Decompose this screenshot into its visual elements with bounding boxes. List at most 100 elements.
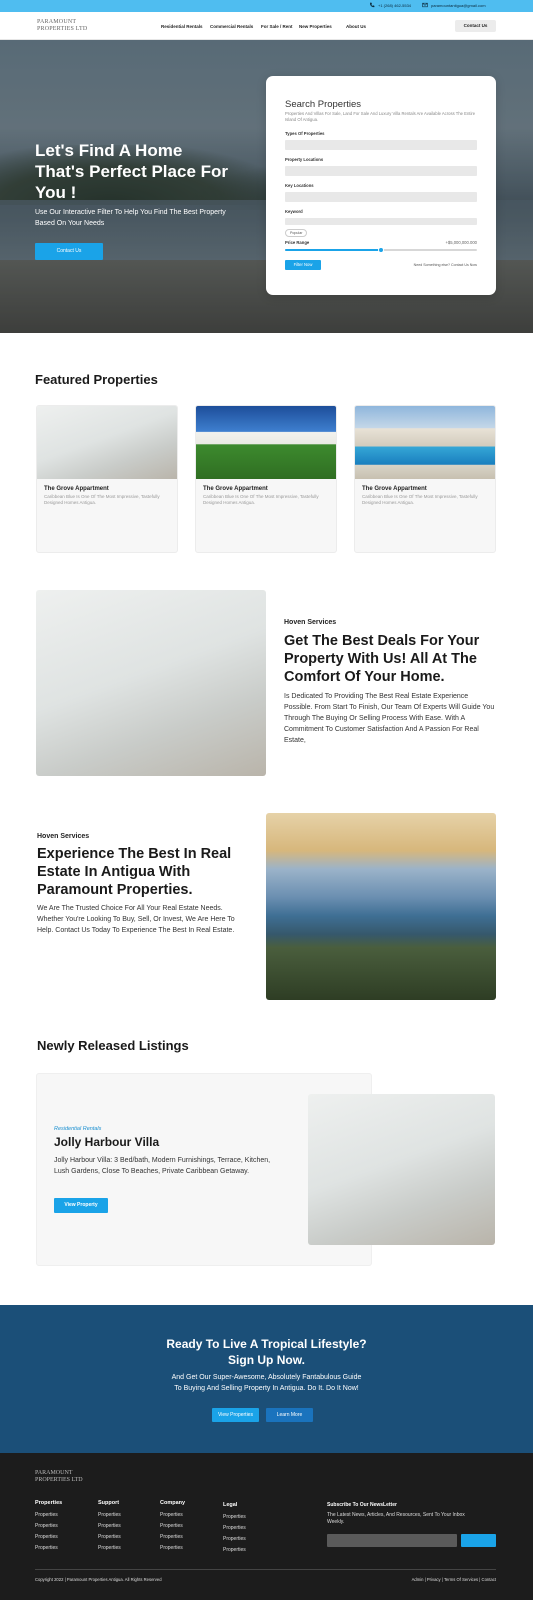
newsletter-description: The Latest News, Articles, And Resources… bbox=[327, 1512, 465, 1525]
footer-link[interactable]: Properties bbox=[35, 1534, 58, 1540]
topbar-phone[interactable]: +1 (268) 462-5534 bbox=[369, 2, 411, 8]
antigua-bay-image bbox=[266, 813, 496, 1000]
hero-title: Let's Find A Home That's Perfect Place F… bbox=[35, 141, 229, 202]
footer-legal-links[interactable]: Admin | Privacy | Terms Of Services | Co… bbox=[380, 1577, 496, 1582]
keyword-label: Keyword bbox=[285, 209, 303, 214]
footer-link[interactable]: Properties bbox=[98, 1545, 121, 1551]
footer-logo[interactable]: PARAMOUNT PROPERTIES LTD bbox=[35, 1470, 83, 1484]
price-range-fill bbox=[285, 249, 381, 251]
footer-link[interactable]: Properties bbox=[223, 1525, 246, 1531]
property-title: The Grove Appartment bbox=[203, 486, 268, 492]
deals-interior-image bbox=[36, 590, 266, 776]
price-range-handle[interactable] bbox=[378, 247, 384, 253]
hero-subtitle: Use Our Interactive Filter To Help You F… bbox=[35, 209, 226, 227]
property-locations-select[interactable] bbox=[285, 166, 477, 176]
site-logo[interactable]: PARAMOUNT PROPERTIES LTD bbox=[37, 19, 87, 33]
footer-link[interactable]: Properties bbox=[98, 1534, 121, 1540]
contact-help-link[interactable]: Need Something else? Contact Us Now bbox=[396, 263, 477, 267]
search-properties-card: Search Properties Properties And Villas … bbox=[266, 76, 496, 295]
nav-link-for-sale-rent[interactable]: For Sale / Rent bbox=[261, 24, 293, 29]
nav-link-residential-rentals[interactable]: Residential Rentals bbox=[161, 24, 203, 29]
logo-line-2: PROPERTIES LTD bbox=[37, 26, 88, 32]
property-card[interactable]: The Grove Appartment Caribbean Blue Is O… bbox=[195, 405, 337, 553]
topbar-email-text: paramountantigua@gmail.com bbox=[431, 2, 486, 8]
mail-icon bbox=[422, 2, 428, 8]
types-of-properties-label: Types Of Properties bbox=[285, 131, 325, 136]
search-card-title: Search Properties bbox=[285, 99, 362, 110]
new-listings-heading: Newly Released Listings bbox=[37, 1038, 189, 1053]
contact-us-button[interactable]: Contact Us bbox=[455, 20, 496, 32]
property-image-villa bbox=[196, 406, 336, 479]
experience-body: We Are The Trusted Choice For All Your R… bbox=[37, 905, 235, 934]
deals-body: Is Dedicated To Providing The Best Real … bbox=[284, 693, 495, 744]
property-description: Caribbean Blue Is One Of The Most Impres… bbox=[44, 494, 160, 505]
nav-link-new-properties[interactable]: New Properties bbox=[299, 24, 332, 29]
cta-subtitle-line-2: To Buying And Selling Property In Antigu… bbox=[174, 1385, 359, 1392]
footer-column-heading: Properties bbox=[35, 1500, 63, 1506]
footer-link[interactable]: Properties bbox=[160, 1523, 183, 1529]
experience-title: Experience The Best In Real Estate In An… bbox=[37, 846, 232, 898]
property-title: The Grove Appartment bbox=[44, 486, 109, 492]
footer-link[interactable]: Properties bbox=[35, 1523, 58, 1529]
cta-title-line-1: Ready To Live A Tropical Lifestyle? bbox=[166, 1337, 367, 1351]
newsletter-email-input[interactable] bbox=[327, 1534, 457, 1547]
footer-link[interactable]: Properties bbox=[160, 1545, 183, 1551]
listing-description: Jolly Harbour Villa: 3 Bed/bath, Modern … bbox=[54, 1157, 271, 1175]
listing-image bbox=[308, 1094, 495, 1245]
property-card[interactable]: The Grove Appartment Caribbean Blue Is O… bbox=[354, 405, 496, 553]
experience-eyebrow: Hoven Services bbox=[37, 833, 90, 840]
key-locations-select[interactable] bbox=[285, 192, 477, 202]
footer-column-heading: Support bbox=[98, 1500, 120, 1506]
cta-title-line-2: Sign Up Now. bbox=[228, 1353, 305, 1367]
top-contact-bar: +1 (268) 462-5534 paramountantigua@gmail… bbox=[0, 0, 533, 12]
topbar-phone-text: +1 (268) 462-5534 bbox=[378, 2, 412, 8]
nav-link-commercial-rentals[interactable]: Commercial Rentals bbox=[210, 24, 253, 29]
price-range-slider[interactable] bbox=[285, 247, 477, 253]
footer-column-heading: Company bbox=[160, 1500, 186, 1506]
hero-section: Let's Find A Home That's Perfect Place F… bbox=[0, 40, 533, 333]
listing-title: Jolly Harbour Villa bbox=[54, 1135, 160, 1149]
view-properties-button[interactable]: View Properties bbox=[212, 1408, 259, 1422]
property-card[interactable]: The Grove Appartment Caribbean Blue Is O… bbox=[36, 405, 178, 553]
search-card-description: Properties And Villas For Sale, Land For… bbox=[285, 111, 476, 122]
hero-contact-button[interactable]: Contact Us bbox=[35, 243, 103, 260]
cta-title: Ready To Live A Tropical Lifestyle? Sign… bbox=[0, 1336, 533, 1368]
types-of-properties-select[interactable] bbox=[285, 140, 477, 150]
cta-subtitle-line-1: And Get Our Super-Awesome, Absolutely Fa… bbox=[171, 1374, 362, 1381]
footer-link[interactable]: Properties bbox=[223, 1547, 246, 1553]
deals-eyebrow: Hoven Services bbox=[284, 619, 337, 626]
listing-category: Residential Rentals bbox=[54, 1126, 102, 1132]
newsletter-subscribe-button[interactable] bbox=[461, 1534, 496, 1547]
footer-link[interactable]: Properties bbox=[35, 1545, 58, 1551]
keyword-input[interactable] bbox=[285, 218, 477, 225]
footer-copyright: Copyright 2022 | Paramount Properties An… bbox=[35, 1577, 162, 1582]
property-description: Caribbean Blue Is One Of The Most Impres… bbox=[362, 494, 478, 505]
featured-properties-heading: Featured Properties bbox=[35, 372, 158, 387]
nav-link-about-us[interactable]: About Us bbox=[346, 24, 366, 29]
footer-logo-line-2: PROPERTIES LTD bbox=[35, 1477, 83, 1483]
key-locations-label: Key Locations bbox=[285, 183, 314, 188]
footer-link[interactable]: Properties bbox=[223, 1536, 246, 1542]
footer-link[interactable]: Properties bbox=[160, 1512, 183, 1518]
popular-chip[interactable]: Popular bbox=[285, 229, 308, 237]
footer-divider bbox=[35, 1569, 496, 1570]
filter-now-button[interactable]: Filter Now bbox=[285, 260, 321, 270]
property-image-interior bbox=[37, 406, 177, 479]
newsletter-heading: Subscribe To Our NewsLetter bbox=[327, 1502, 397, 1508]
phone-icon bbox=[370, 2, 375, 8]
property-locations-label: Property Locations bbox=[285, 157, 324, 162]
property-image-pool-villa bbox=[355, 406, 495, 479]
topbar-email[interactable]: paramountantigua@gmail.com bbox=[422, 2, 486, 8]
learn-more-button[interactable]: Learn More bbox=[266, 1408, 313, 1422]
footer-link[interactable]: Properties bbox=[98, 1512, 121, 1518]
footer-link[interactable]: Properties bbox=[160, 1534, 183, 1540]
main-navigation: PARAMOUNT PROPERTIES LTD Residential Ren… bbox=[0, 12, 533, 40]
price-range-label: Price Range bbox=[285, 240, 310, 245]
footer-link[interactable]: Properties bbox=[223, 1514, 246, 1520]
property-description: Caribbean Blue Is One Of The Most Impres… bbox=[203, 494, 319, 505]
view-property-button[interactable]: View Property bbox=[54, 1198, 108, 1213]
footer-link[interactable]: Properties bbox=[98, 1523, 121, 1529]
footer-link[interactable]: Properties bbox=[35, 1512, 58, 1518]
footer-column-heading: Legal bbox=[223, 1502, 238, 1508]
price-range-value: +$5,000,000.000 bbox=[445, 240, 477, 245]
